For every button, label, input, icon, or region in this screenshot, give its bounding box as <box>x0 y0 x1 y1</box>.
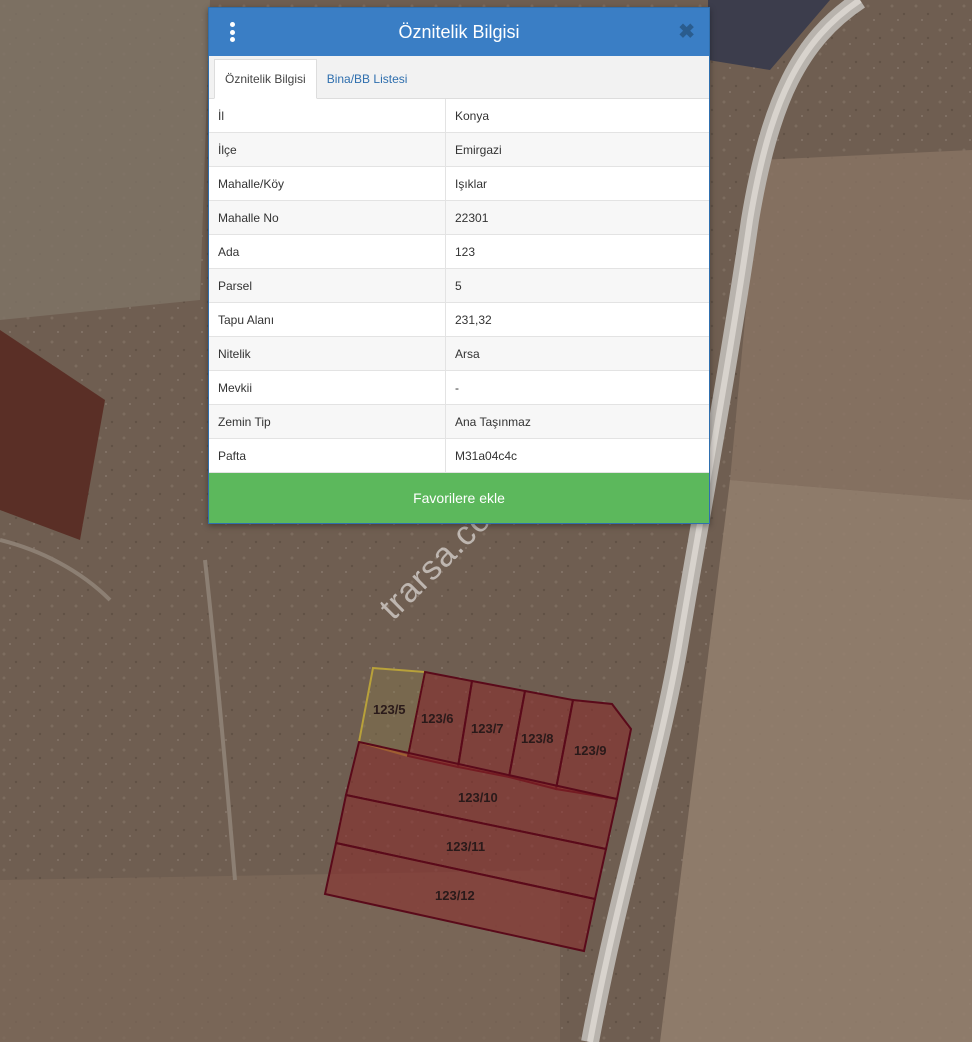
table-row: İl Konya <box>209 99 709 133</box>
attribute-value: 5 <box>445 268 709 303</box>
table-row: İlçe Emirgazi <box>209 132 709 167</box>
table-row: Ada 123 <box>209 234 709 269</box>
parcel-label: 123/9 <box>574 743 607 758</box>
table-row: Mahalle No 22301 <box>209 200 709 235</box>
close-icon[interactable]: ✖ <box>678 20 695 44</box>
attribute-key: Ada <box>209 234 446 269</box>
table-row: Tapu Alanı 231,32 <box>209 302 709 337</box>
attribute-key: Mevkii <box>209 370 446 405</box>
add-favorite-button[interactable]: Favorilere ekle <box>209 473 709 523</box>
attribute-value: Işıklar <box>445 166 709 201</box>
parcel-label: 123/12 <box>435 888 475 903</box>
attribute-key: Parsel <box>209 268 446 303</box>
parcel-label: 123/11 <box>446 839 485 854</box>
attribute-key: Tapu Alanı <box>209 302 446 337</box>
vertical-ellipsis-icon[interactable] <box>227 22 237 42</box>
attribute-panel: Öznitelik Bilgisi ✖ Öznitelik Bilgisi Bi… <box>208 7 710 524</box>
panel-title: Öznitelik Bilgisi <box>398 21 520 42</box>
parcel-label: 123/6 <box>421 711 454 726</box>
attribute-key: Nitelik <box>209 336 446 371</box>
table-row: Parsel 5 <box>209 268 709 303</box>
table-row: Mevkii - <box>209 370 709 405</box>
parcel-label: 123/7 <box>471 721 504 736</box>
parcel-label: 123/5 <box>373 702 406 717</box>
attribute-key: Zemin Tip <box>209 404 446 439</box>
table-row: Zemin Tip Ana Taşınmaz <box>209 404 709 439</box>
attribute-key: Pafta <box>209 438 446 473</box>
parcel-label: 123/8 <box>521 731 554 746</box>
field-area <box>730 150 972 500</box>
parcel-label: 123/10 <box>458 790 498 805</box>
table-row: Pafta M31a04c4c <box>209 438 709 473</box>
attribute-key: İl <box>209 99 446 133</box>
tab-building-list[interactable]: Bina/BB Listesi <box>317 60 418 98</box>
attribute-key: Mahalle/Köy <box>209 166 446 201</box>
attribute-value: Emirgazi <box>445 132 709 167</box>
attribute-value: Arsa <box>445 336 709 371</box>
table-row: Nitelik Arsa <box>209 336 709 371</box>
attribute-value: M31a04c4c <box>445 438 709 473</box>
attribute-value: Ana Taşınmaz <box>445 404 709 439</box>
table-row: Mahalle/Köy Işıklar <box>209 166 709 201</box>
attribute-value: 123 <box>445 234 709 269</box>
attribute-value: 231,32 <box>445 302 709 337</box>
tab-bar: Öznitelik Bilgisi Bina/BB Listesi <box>209 56 709 99</box>
field-area <box>0 0 210 320</box>
attribute-key: İlçe <box>209 132 446 167</box>
attribute-value: 22301 <box>445 200 709 235</box>
attribute-value: - <box>445 370 709 405</box>
tab-attribute-info[interactable]: Öznitelik Bilgisi <box>214 59 317 99</box>
attribute-table: İl Konya İlçe Emirgazi Mahalle/Köy Işıklar Mah… <box>209 99 709 473</box>
panel-header: Öznitelik Bilgisi ✖ <box>209 8 709 56</box>
attribute-key: Mahalle No <box>209 200 446 235</box>
attribute-value: Konya <box>445 99 709 133</box>
